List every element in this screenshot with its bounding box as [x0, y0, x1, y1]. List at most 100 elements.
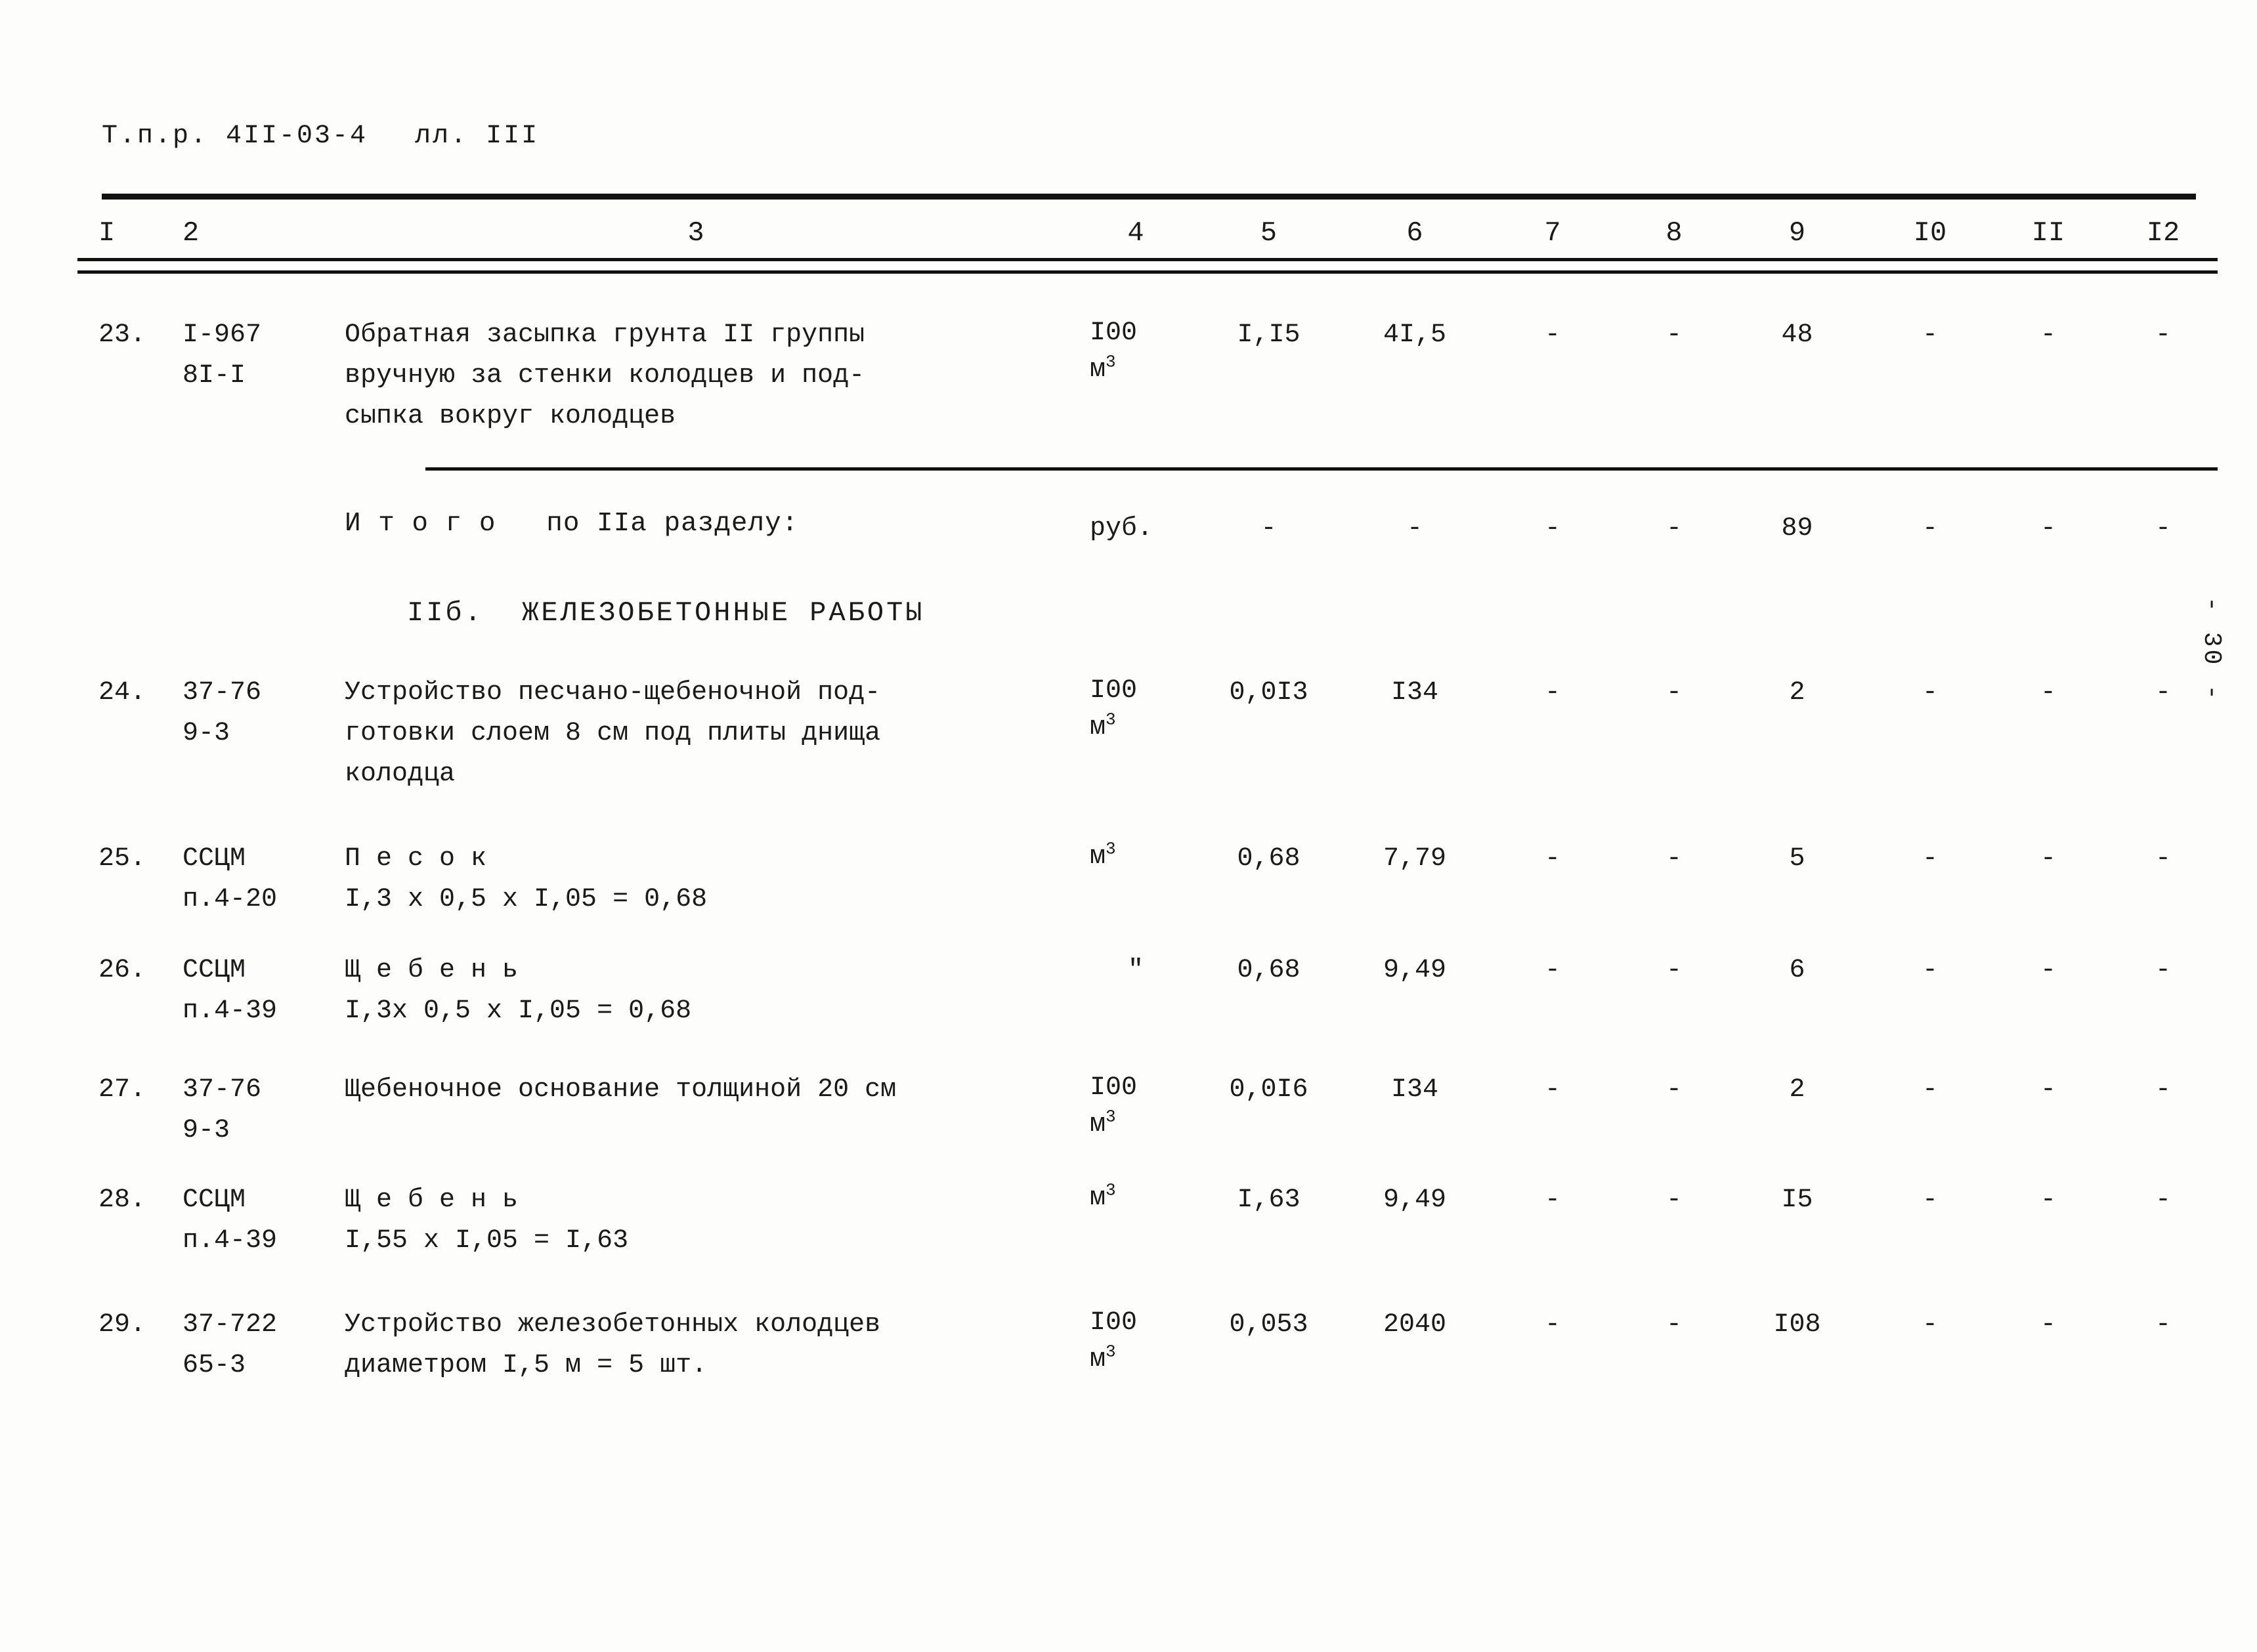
row-description-line: П е с о к [345, 844, 487, 874]
row-unit-count: I00 [1090, 676, 1138, 706]
row-description-line: готовки слоем 8 см под плиты днища [345, 719, 881, 748]
row-col9: 5 [1789, 844, 1805, 874]
row-col12: - [2155, 1075, 2171, 1105]
row-code: 37-76 9-3 [183, 1070, 333, 1151]
total-col10: - [1922, 514, 1938, 543]
rule-under-colheads-a [77, 258, 2218, 261]
row-col5: 0,0I3 [1229, 678, 1308, 708]
row-col11: - [2040, 320, 2056, 350]
row-description-line: Щебеночное основание толщиной 20 см [345, 1075, 897, 1105]
row-col7: - [1544, 678, 1560, 708]
row-unit: м3 [1090, 839, 1182, 876]
row-col8: - [1666, 844, 1682, 874]
row-description-line: I,55 х I,05 = I,63 [345, 1226, 629, 1256]
column-header-11: II [2031, 217, 2065, 249]
scanned-page: Т.п.р. 4II-03-4 лл. III I 2 3 4 5 6 7 8 9… [0, 0, 2257, 1652]
row-col9: 48 [1781, 320, 1813, 350]
row-code: ССЦМ п.4-39 [183, 950, 333, 1032]
row-col10: - [1922, 1310, 1938, 1340]
row-unit-measure: м [1090, 1345, 1106, 1374]
row-unit-measure: м [1090, 713, 1106, 742]
total-col11: - [2040, 514, 2056, 543]
row-description-line: сыпка вокруг колодцев [345, 402, 676, 431]
row-col8: - [1666, 956, 1682, 985]
row-col7: - [1544, 1185, 1560, 1215]
row-unit-count: м [1090, 842, 1106, 872]
row-unit: м3 [1090, 1180, 1182, 1217]
row-col10: - [1922, 956, 1938, 985]
row-unit-measure: м [1090, 1110, 1106, 1139]
row-unit-count: I00 [1090, 1308, 1138, 1338]
total-col8: - [1666, 514, 1682, 543]
row-col11: - [2040, 1075, 2056, 1105]
row-col7: - [1544, 844, 1560, 874]
row-description-line: I,3х 0,5 х I,05 = 0,68 [345, 996, 692, 1026]
column-header-10: I0 [1913, 217, 1947, 249]
row-description-line: Устройство железобетонных колодцев [345, 1310, 881, 1340]
row-col10: - [1922, 320, 1938, 350]
row-number: 28. [98, 1185, 146, 1215]
row-code-line: ССЦМ [183, 956, 246, 985]
total-col5: - [1260, 514, 1277, 543]
row-code-line: I-967 [183, 320, 262, 350]
total-unit: руб. [1090, 514, 1153, 543]
column-header-12: I2 [2146, 217, 2180, 249]
row-col9: 2 [1789, 678, 1805, 708]
row-col11: - [2040, 956, 2056, 985]
row-description: Обратная засыпка грунта II группы вручну… [345, 315, 1047, 437]
row-col11: - [2040, 1310, 2056, 1340]
total-col12: - [2155, 514, 2171, 543]
row-col10: - [1922, 1075, 1938, 1105]
row-col11: - [2040, 1185, 2056, 1215]
section-heading: IIб. ЖЕЛЕЗОБЕТОННЫЕ РАБОТЫ [407, 597, 925, 629]
row-code-line: 9-3 [183, 719, 230, 748]
row-number: 25. [98, 844, 146, 874]
total-col6: - [1406, 514, 1423, 543]
row-unit-count: I00 [1090, 318, 1138, 348]
column-header-8: 8 [1666, 217, 1683, 249]
row-col11: - [2040, 678, 2056, 708]
row-col11: - [2040, 844, 2056, 874]
row-col9: I08 [1773, 1310, 1821, 1340]
column-header-6: 6 [1406, 217, 1423, 249]
total-col7: - [1544, 514, 1560, 543]
row-col6: I34 [1390, 1075, 1438, 1105]
row-col8: - [1666, 1075, 1682, 1105]
row-col6: 4I,5 [1383, 320, 1446, 350]
row-unit-exponent: 3 [1106, 1180, 1116, 1200]
row-code-line: 9-3 [183, 1116, 230, 1145]
row-description-line: вручную за стенки колодцев и под- [345, 361, 865, 391]
rule-top [102, 194, 2196, 200]
row-col12: - [2155, 1185, 2171, 1215]
row-description-line: Щ е б е н ь [345, 956, 519, 985]
row-col9: 6 [1789, 956, 1805, 985]
row-col5: I,I5 [1237, 320, 1300, 350]
page-number-marker: - 30 - [2197, 597, 2225, 702]
row-col10: - [1922, 844, 1938, 874]
row-col7: - [1544, 956, 1560, 985]
row-description-line: колодца [345, 759, 456, 789]
total-col9: 89 [1781, 514, 1813, 543]
row-col12: - [2155, 844, 2171, 874]
document-header-code: Т.п.р. 4II-03-4 [102, 121, 368, 151]
column-header-1: I [98, 217, 116, 249]
row-unit-count: м [1090, 1183, 1106, 1213]
row-description: Щ е б е н ь I,3х 0,5 х I,05 = 0,68 [345, 950, 1047, 1032]
row-col5: I,63 [1237, 1185, 1300, 1215]
row-col7: - [1544, 320, 1560, 350]
row-code-line: 37-76 [183, 1075, 262, 1105]
row-unit-count: I00 [1090, 1073, 1138, 1103]
document-header: Т.п.р. 4II-03-4 лл. III [102, 121, 539, 151]
row-description: Щ е б е н ь I,55 х I,05 = I,63 [345, 1180, 1047, 1261]
row-unit-ditto: " [1127, 956, 1144, 985]
row-col5: 0,68 [1237, 956, 1300, 985]
row-col5: 0,68 [1237, 844, 1300, 874]
column-header-4: 4 [1127, 217, 1144, 249]
row-description-line: Щ е б е н ь [345, 1185, 519, 1215]
row-code-line: 65-3 [183, 1351, 246, 1380]
row-code-line: п.4-39 [183, 996, 278, 1026]
row-code: ССЦМ п.4-39 [183, 1180, 333, 1261]
row-number: 27. [98, 1075, 146, 1105]
row-col5: 0,053 [1229, 1310, 1308, 1340]
row-unit-measure: м [1090, 355, 1106, 385]
